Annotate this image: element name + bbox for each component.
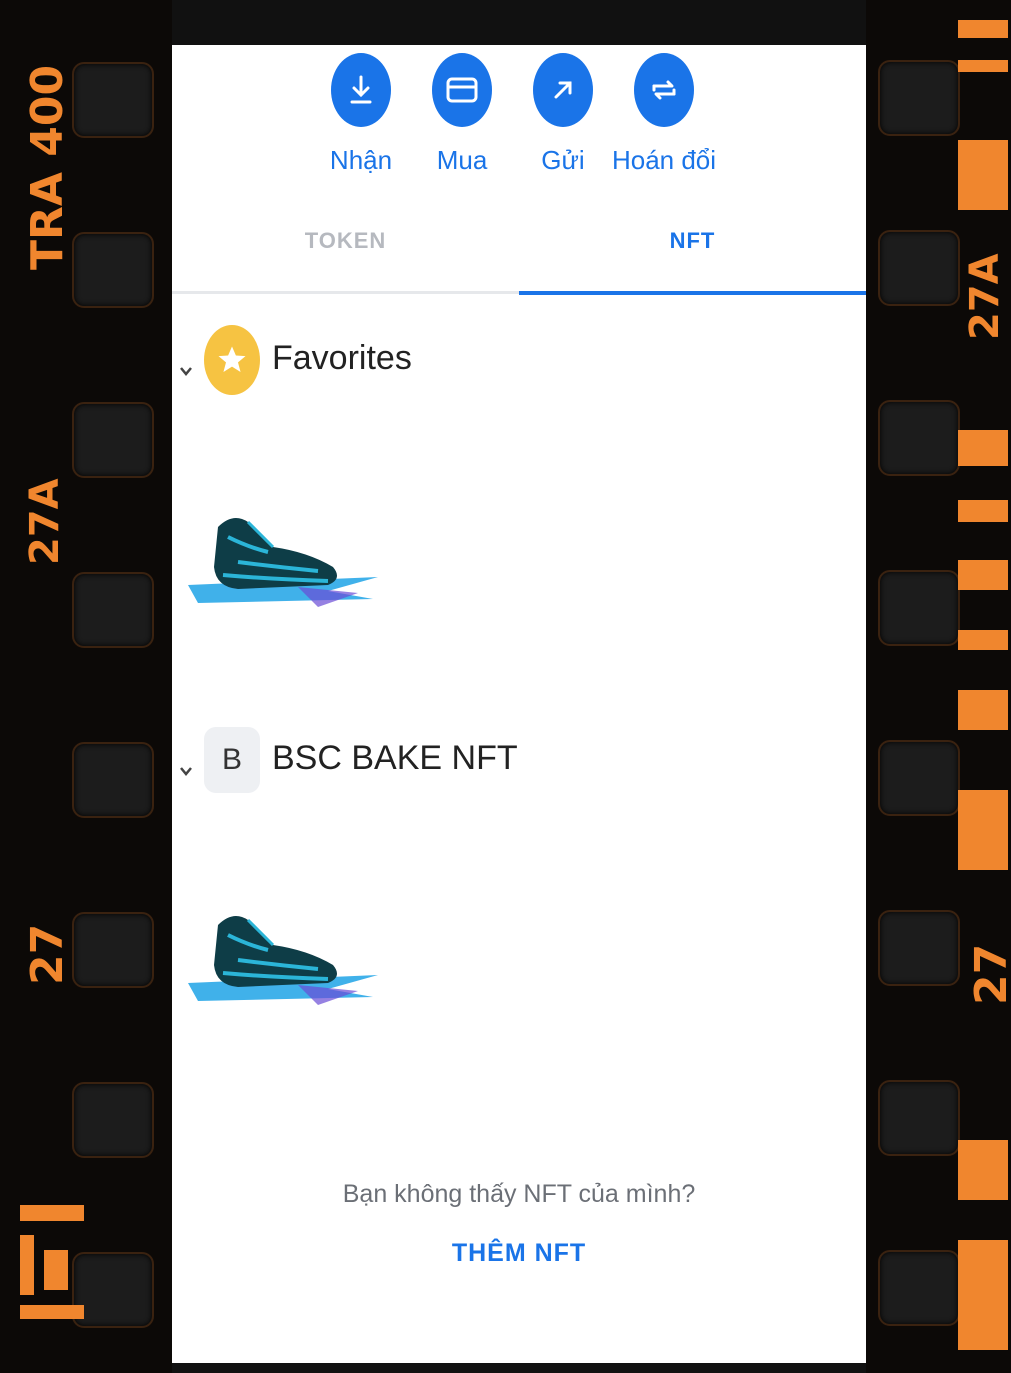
receive-icon (331, 53, 391, 127)
film-edge-text: TRA 400 (22, 64, 73, 270)
film-barcode (958, 20, 1008, 38)
missing-nft-note: Bạn không thấy NFT của mình? (342, 1180, 696, 1208)
sprocket-hole (72, 1082, 154, 1158)
card-icon (432, 53, 492, 127)
tab-token[interactable]: TOKEN (172, 215, 519, 294)
film-barcode (20, 1305, 84, 1319)
film-edge-text: 27 (22, 923, 73, 985)
film-barcode (958, 1240, 1008, 1350)
film-barcode (958, 790, 1008, 870)
film-barcode (958, 140, 1008, 210)
sprocket-hole (72, 742, 154, 818)
swap-icon (634, 53, 694, 127)
nft-thumbnail[interactable] (178, 507, 388, 617)
sprocket-hole (878, 60, 960, 136)
film-barcode (958, 430, 1008, 466)
group-title: BSC BAKE NFT (272, 739, 518, 777)
sprocket-hole (72, 572, 154, 648)
sprocket-hole (878, 1080, 960, 1156)
group-header-bsc-bake-nft[interactable]: B BSC BAKE NFT (172, 727, 866, 815)
sprocket-hole (878, 400, 960, 476)
sprocket-hole (72, 1252, 154, 1328)
sprocket-hole (878, 910, 960, 986)
film-barcode (958, 60, 1008, 72)
film-strip-left: TRA 400 27A 27 (0, 0, 172, 1373)
chevron-down-icon[interactable] (178, 363, 194, 379)
chevron-down-icon[interactable] (178, 763, 194, 779)
film-barcode (20, 1235, 34, 1295)
film-barcode (958, 560, 1008, 590)
film-barcode (44, 1250, 68, 1290)
action-bar: Nhận Mua Gửi Hoán đổi (172, 53, 866, 203)
asset-tabs: TOKEN NFT (172, 215, 866, 295)
sprocket-hole (878, 740, 960, 816)
add-nft-link[interactable]: THÊM NFT (172, 1239, 866, 1268)
film-edge-text: 27 (966, 943, 1011, 1005)
swap-button[interactable]: Hoán đổi (604, 53, 724, 176)
send-arrow-icon (533, 53, 593, 127)
wallet-screen: Nhận Mua Gửi Hoán đổi TOKEN NFT Favorite… (172, 45, 866, 1363)
sprocket-hole (72, 62, 154, 138)
sprocket-hole (878, 230, 960, 306)
film-edge-text: 27A (962, 253, 1008, 340)
sprocket-hole (878, 570, 960, 646)
nft-thumbnail[interactable] (178, 905, 388, 1015)
tab-nft[interactable]: NFT (519, 215, 866, 295)
film-barcode (958, 630, 1008, 650)
group-header-favorites[interactable]: Favorites (172, 325, 866, 415)
film-strip-right: 27A 27 (866, 0, 1011, 1373)
film-edge-text: 27A (22, 478, 68, 565)
film-barcode (958, 690, 1008, 730)
sprocket-hole (72, 402, 154, 478)
collection-badge: B (204, 727, 260, 793)
film-barcode (20, 1205, 84, 1221)
film-barcode (958, 1140, 1008, 1200)
film-barcode (958, 500, 1008, 522)
sprocket-hole (878, 1250, 960, 1326)
star-icon (204, 325, 260, 395)
group-title: Favorites (272, 339, 412, 377)
sprocket-hole (72, 232, 154, 308)
swap-label: Hoán đổi (611, 145, 717, 175)
sprocket-hole (72, 912, 154, 988)
